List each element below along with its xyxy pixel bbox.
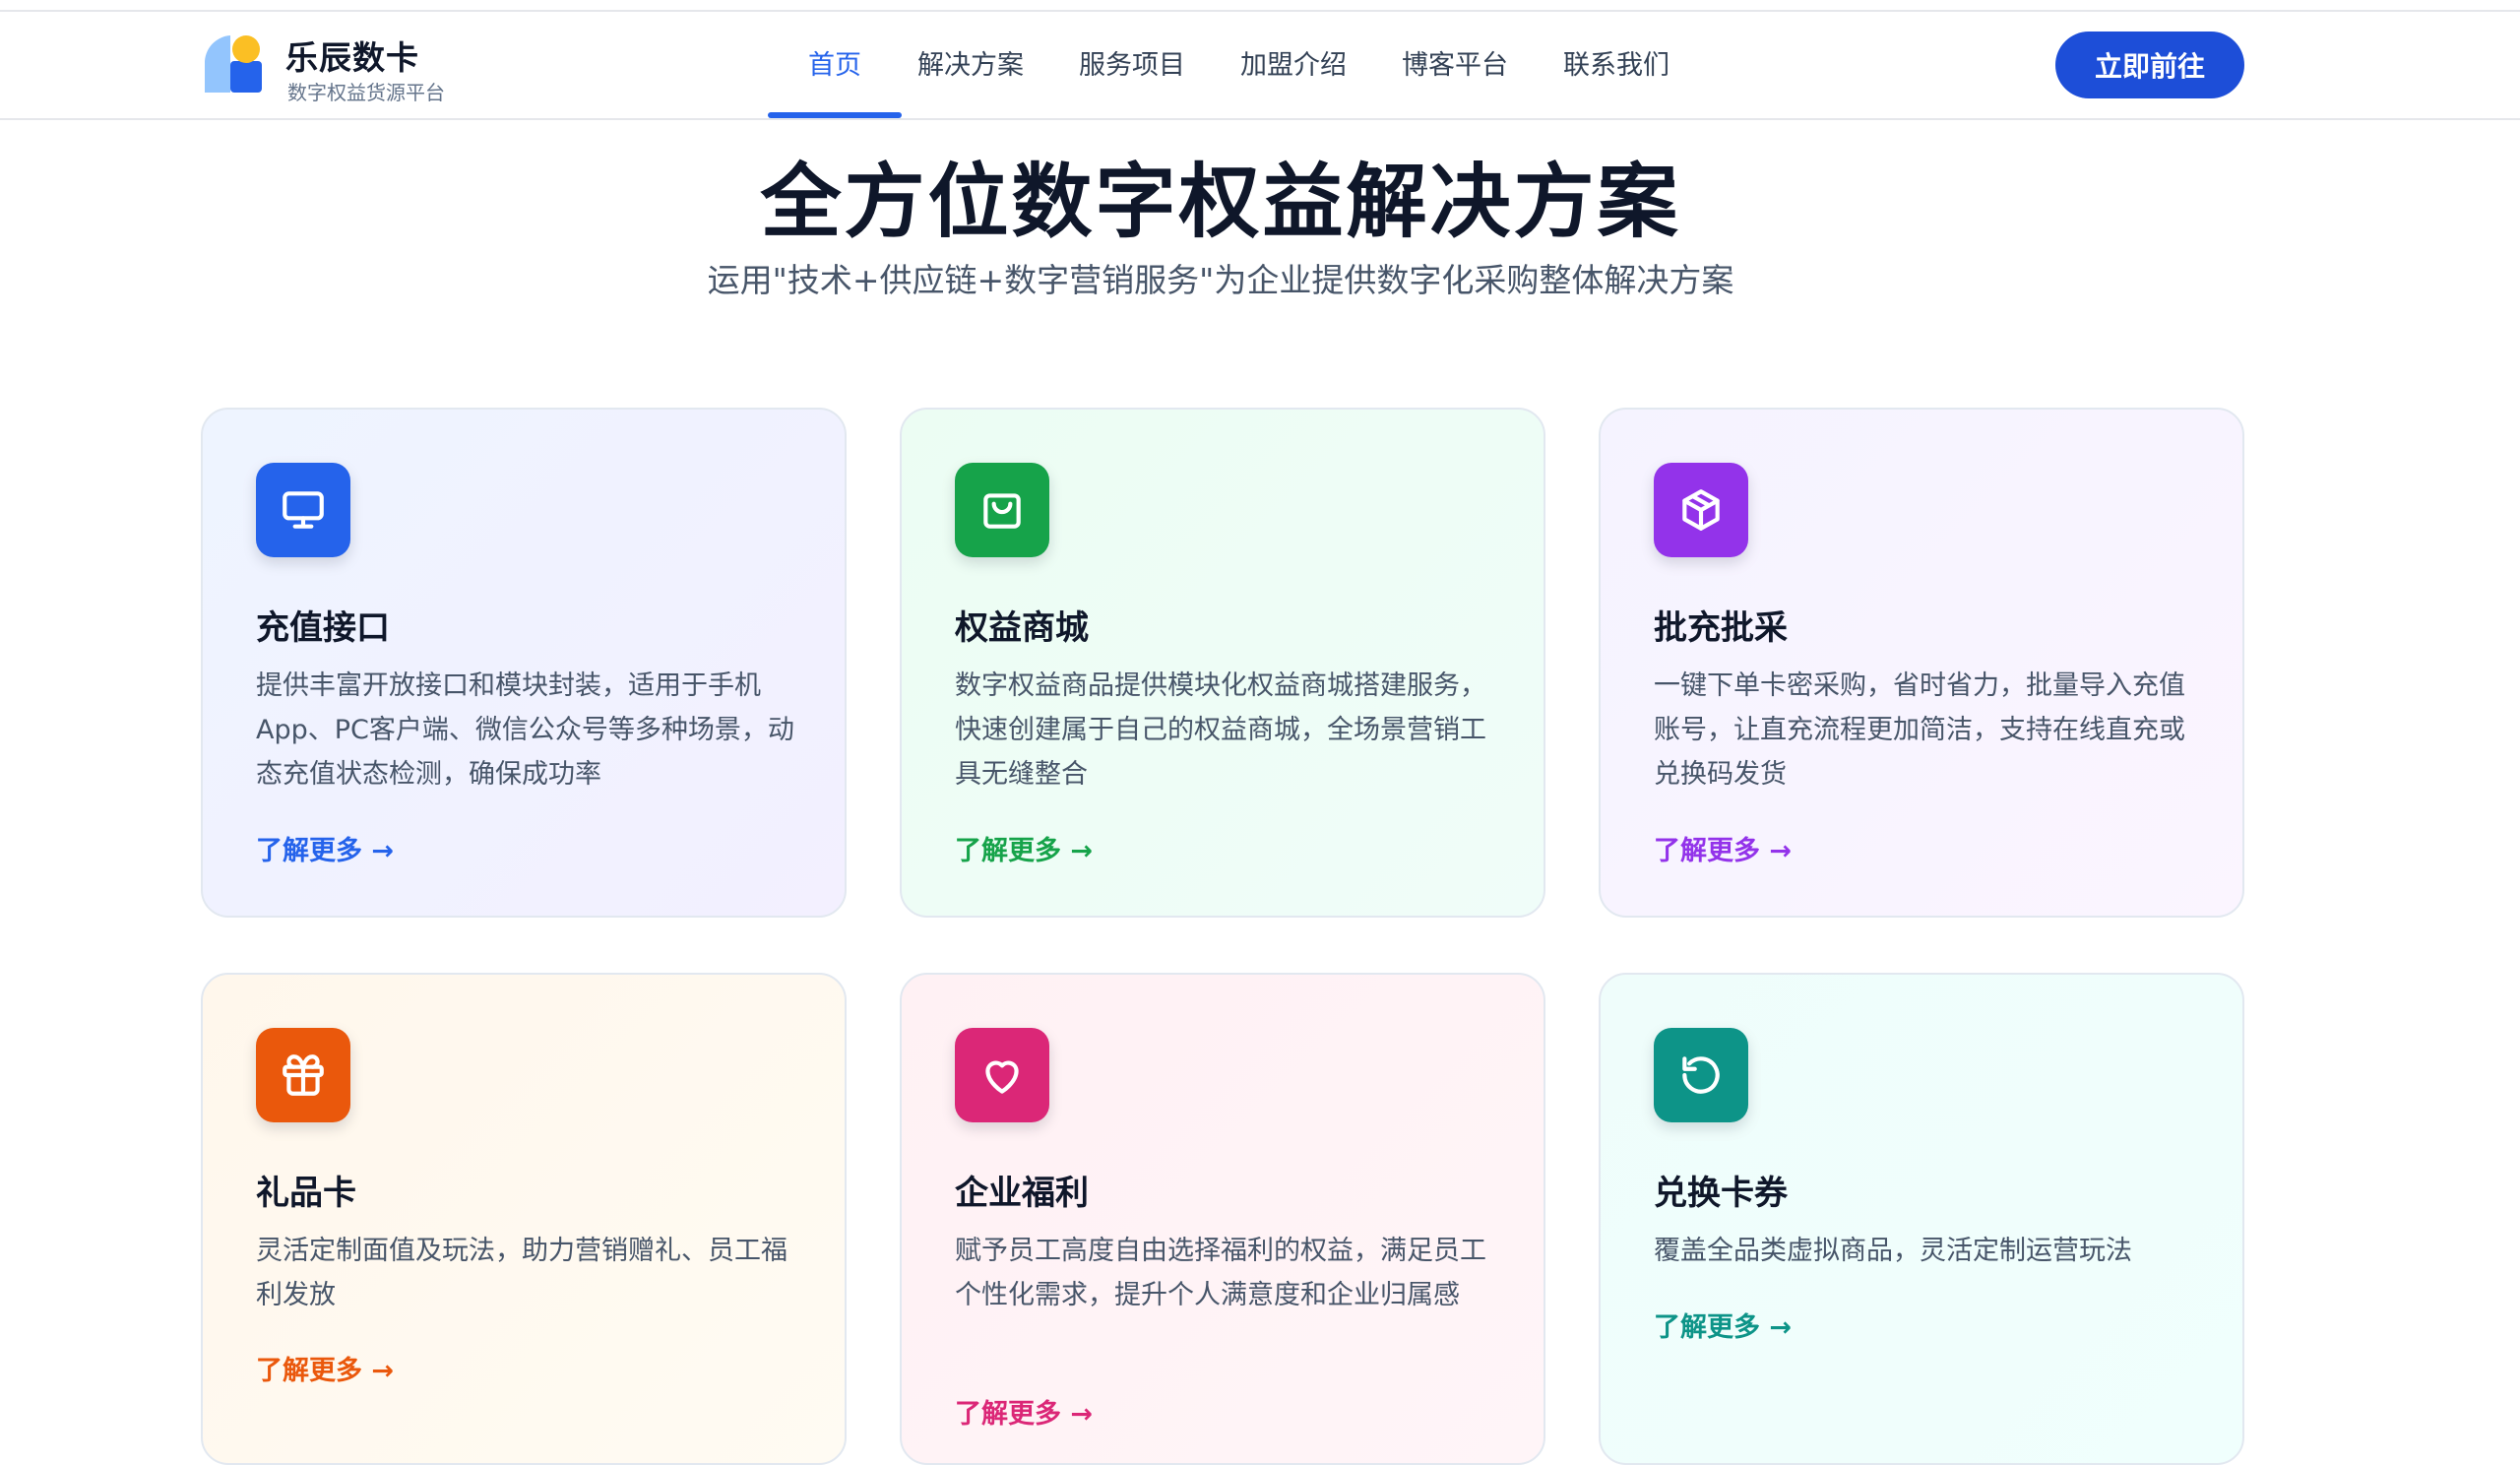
card-description: 一键下单卡密采购，省时省力，批量导入充值账号，让直充流程更加简洁，支持在线直充或… bbox=[1654, 670, 2185, 790]
learn-more-link[interactable]: 了解更多 → bbox=[1654, 1306, 1792, 1344]
learn-more-link[interactable]: 了解更多 → bbox=[256, 1349, 394, 1387]
brand-name[interactable]: 乐辰数卡 bbox=[285, 32, 419, 79]
learn-more-link[interactable]: 了解更多 → bbox=[1654, 829, 1792, 867]
nav-item-franchise[interactable]: 加盟介绍 bbox=[1225, 12, 1362, 120]
hero-subtitle: 运用"技术+供应链+数字营销服务"为企业提供数字化采购整体解决方案 bbox=[707, 261, 1734, 299]
card-gift-card[interactable]: 礼品卡 灵活定制面值及玩法，助力营销赠礼、员工福利发放 了解更多 → bbox=[201, 973, 847, 1465]
card-description: 提供丰富开放接口和模块封装，适用于手机App、PC客户端、微信公众号等多种场景，… bbox=[256, 670, 794, 790]
top-border bbox=[0, 0, 2520, 12]
card-redeem-coupons[interactable]: 兑换卡券 覆盖全品类虚拟商品，灵活定制运营玩法 了解更多 → bbox=[1599, 973, 2244, 1465]
nav-active-indicator bbox=[768, 112, 902, 118]
refresh-icon bbox=[1654, 1028, 1748, 1122]
card-title: 充值接口 bbox=[256, 608, 390, 648]
card-description: 灵活定制面值及玩法，助力营销赠礼、员工福利发放 bbox=[256, 1236, 788, 1310]
package-icon bbox=[1654, 463, 1748, 557]
brand-subtitle: 数字权益货源平台 bbox=[287, 81, 445, 104]
learn-more-link[interactable]: 了解更多 → bbox=[955, 1392, 1093, 1431]
nav-item-home[interactable]: 首页 bbox=[768, 12, 902, 120]
go-now-button[interactable]: 立即前往 bbox=[2055, 32, 2244, 98]
card-bulk-purchase[interactable]: 批充批采 一键下单卡密采购，省时省力，批量导入充值账号，让直充流程更加简洁，支持… bbox=[1599, 408, 2244, 918]
card-employee-benefits[interactable]: 企业福利 赋予员工高度自由选择福利的权益，满足员工个性化需求，提升个人满意度和企… bbox=[900, 973, 1545, 1465]
shopping-bag-icon bbox=[955, 463, 1049, 557]
card-description: 覆盖全品类虚拟商品，灵活定制运营玩法 bbox=[1654, 1236, 2132, 1266]
card-rights-mall[interactable]: 权益商城 数字权益商品提供模块化权益商城搭建服务，快速创建属于自己的权益商城，全… bbox=[900, 408, 1545, 918]
monitor-icon bbox=[256, 463, 350, 557]
nav-item-contact[interactable]: 联系我们 bbox=[1547, 12, 1685, 120]
nav-item-blog[interactable]: 博客平台 bbox=[1386, 12, 1524, 120]
card-description: 数字权益商品提供模块化权益商城搭建服务，快速创建属于自己的权益商城，全场景营销工… bbox=[955, 670, 1486, 790]
learn-more-link[interactable]: 了解更多 → bbox=[256, 829, 394, 867]
nav-item-solutions[interactable]: 解决方案 bbox=[902, 12, 1040, 120]
learn-more-link[interactable]: 了解更多 → bbox=[955, 829, 1093, 867]
card-title: 兑换卡券 bbox=[1654, 1174, 1788, 1213]
card-title: 权益商城 bbox=[955, 608, 1089, 648]
card-title: 礼品卡 bbox=[256, 1174, 356, 1213]
hero-title: 全方位数字权益解决方案 bbox=[760, 156, 1681, 249]
card-title: 批充批采 bbox=[1654, 608, 1788, 648]
gift-icon bbox=[256, 1028, 350, 1122]
nav-item-services[interactable]: 服务项目 bbox=[1063, 12, 1201, 120]
card-title: 企业福利 bbox=[955, 1174, 1089, 1213]
site-header: 乐辰数卡 数字权益货源平台 首页 解决方案 服务项目 加盟介绍 博客平台 联系我… bbox=[0, 12, 2520, 120]
card-recharge-api[interactable]: 充值接口 提供丰富开放接口和模块封装，适用于手机App、PC客户端、微信公众号等… bbox=[201, 408, 847, 918]
brand-logo-icon[interactable] bbox=[201, 32, 266, 96]
heart-icon bbox=[955, 1028, 1049, 1122]
card-description: 赋予员工高度自由选择福利的权益，满足员工个性化需求，提升个人满意度和企业归属感 bbox=[955, 1236, 1486, 1310]
